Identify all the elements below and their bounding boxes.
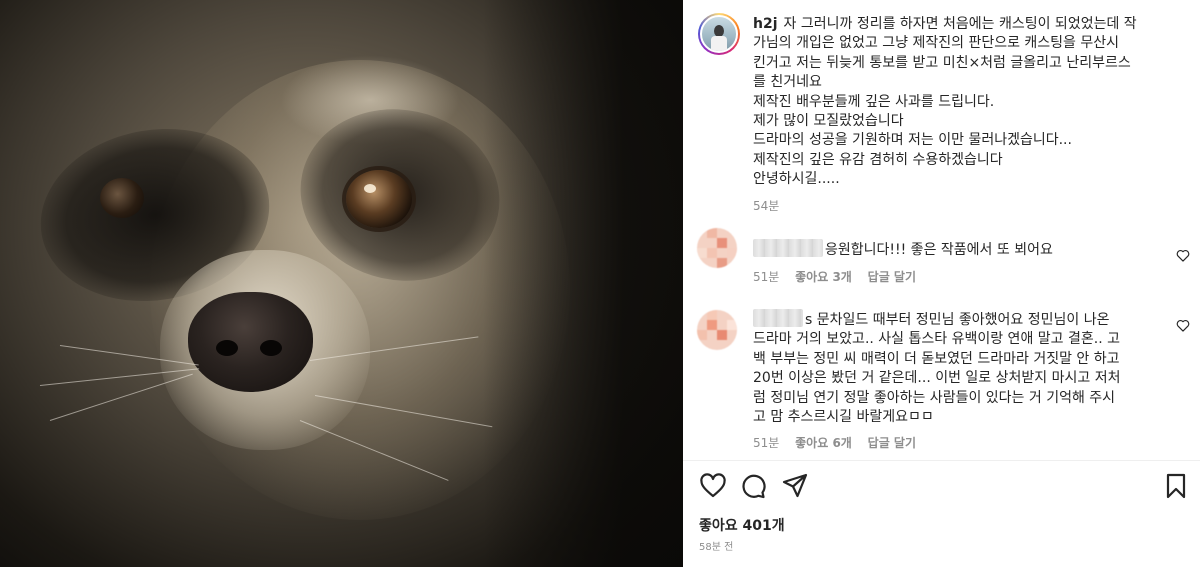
comment-time[interactable]: 51분 bbox=[753, 436, 779, 450]
comment-text: s 문차일드 때부터 정민님 좋아했어요 정민님이 나온 드라마 거의 보았고.… bbox=[753, 309, 1173, 427]
caption-line: 를 친거네요 bbox=[753, 74, 822, 91]
post-image[interactable] bbox=[0, 0, 683, 567]
comment-line: 럼 정미님 연기 정말 좋아하는 사람들이 있다는 거 기억해 주시 bbox=[753, 389, 1116, 406]
bookmark-icon[interactable] bbox=[1162, 472, 1190, 500]
comment-meta: 51분 좋아요 6개 답글 달기 bbox=[753, 434, 928, 451]
comment-likes[interactable]: 좋아요 6개 bbox=[795, 436, 852, 450]
caption-line: 제가 많이 모질랐었습니다 bbox=[753, 113, 904, 130]
post-timestamp[interactable]: 58분 전 bbox=[699, 538, 733, 553]
heart-icon[interactable] bbox=[699, 472, 727, 500]
caption-line: 가님의 개입은 없었고 그냥 제작진의 판단으로 캐스팅을 무산시 bbox=[753, 35, 1120, 52]
caption-line: 안녕하시길..... bbox=[753, 171, 840, 188]
author-username[interactable]: h2j bbox=[753, 16, 778, 32]
caption-line: h2j 자 그러니까 정리를 하자면 처음에는 캐스팅이 되었었는데 작 bbox=[753, 15, 1183, 34]
comment-heart-icon[interactable] bbox=[1176, 319, 1190, 332]
commenter-username[interactable] bbox=[753, 309, 803, 327]
caption-timestamp[interactable]: 54분 bbox=[753, 197, 779, 214]
comment-line: 고 맘 추스르시길 바랄게요ㅁㅁ bbox=[753, 409, 934, 426]
comment-body: 응원합니다!!! 좋은 작품에서 또 뵈어요 bbox=[825, 242, 1053, 258]
comment-line: 백 부부는 정민 씨 매력이 더 돋보였던 드라마라 거짓말 안 하고 bbox=[753, 350, 1120, 367]
reply-button[interactable]: 답글 달기 bbox=[868, 436, 916, 450]
caption-text: 자 그러니까 정리를 하자면 처음에는 캐스팅이 되었었는데 작 bbox=[783, 16, 1137, 32]
comment-icon[interactable] bbox=[739, 472, 767, 500]
author-avatar[interactable] bbox=[698, 13, 740, 55]
reply-button[interactable]: 답글 달기 bbox=[868, 270, 916, 284]
caption-line: 제작진의 깊은 유감 겸허히 수용하겠습니다 bbox=[753, 151, 1003, 168]
comment-heart-icon[interactable] bbox=[1176, 249, 1190, 262]
post-caption: h2j 자 그러니까 정리를 하자면 처음에는 캐스팅이 되었었는데 작 가님의 … bbox=[753, 15, 1183, 190]
comment-line: s 문차일드 때부터 정민님 좋아했어요 정민님이 나온 bbox=[753, 309, 1173, 330]
comment-item: s 문차일드 때부터 정민님 좋아했어요 정민님이 나온 드라마 거의 보았고.… bbox=[697, 298, 1190, 458]
caption-line: 킨거고 저는 뒤늦게 통보를 받고 미친×처럼 글올리고 난리부르스 bbox=[753, 54, 1131, 71]
paper-plane-icon[interactable] bbox=[781, 472, 809, 500]
avatar-image bbox=[700, 15, 738, 53]
raccoon-left-eye bbox=[100, 178, 144, 218]
comment-meta: 51분 좋아요 3개 답글 달기 bbox=[753, 268, 928, 285]
comment-line: 드라마 거의 보았고.. 사실 톱스타 유백이랑 연애 말고 결혼.. 고 bbox=[753, 331, 1120, 348]
comment-body: s 문차일드 때부터 정민님 좋아했어요 정민님이 나온 bbox=[805, 312, 1110, 328]
comment-text: 응원합니다!!! 좋은 작품에서 또 뵈어요 bbox=[753, 239, 1173, 260]
comment-line: 20번 이상은 봤던 거 같은데... 이번 일로 상처받지 마시고 저처 bbox=[753, 370, 1121, 387]
photo-shadow bbox=[483, 0, 683, 567]
raccoon-nose bbox=[188, 292, 313, 392]
commenter-username[interactable] bbox=[753, 239, 823, 257]
actions-divider bbox=[683, 460, 1200, 461]
likes-count[interactable]: 좋아요 401개 bbox=[699, 515, 785, 535]
caption-line: 제작진 배우분들께 깊은 사과를 드립니다. bbox=[753, 93, 995, 110]
raccoon-right-eye bbox=[346, 170, 412, 228]
comment-item: 응원합니다!!! 좋은 작품에서 또 뵈어요 51분 좋아요 3개 답글 달기 bbox=[697, 228, 1190, 288]
post-panel: h2j 자 그러니까 정리를 하자면 처음에는 캐스팅이 되었었는데 작 가님의 … bbox=[683, 0, 1200, 567]
comment-time[interactable]: 51분 bbox=[753, 270, 779, 284]
caption-line: 드라마의 성공을 기원하며 저는 이만 물러나겠습니다... bbox=[753, 132, 1072, 149]
post-actions bbox=[697, 472, 1192, 502]
commenter-avatar[interactable] bbox=[697, 310, 737, 350]
commenter-avatar[interactable] bbox=[697, 228, 737, 268]
comment-line: 응원합니다!!! 좋은 작품에서 또 뵈어요 bbox=[753, 239, 1173, 260]
comment-likes[interactable]: 좋아요 3개 bbox=[795, 270, 852, 284]
avatar-figure-body bbox=[711, 36, 727, 51]
